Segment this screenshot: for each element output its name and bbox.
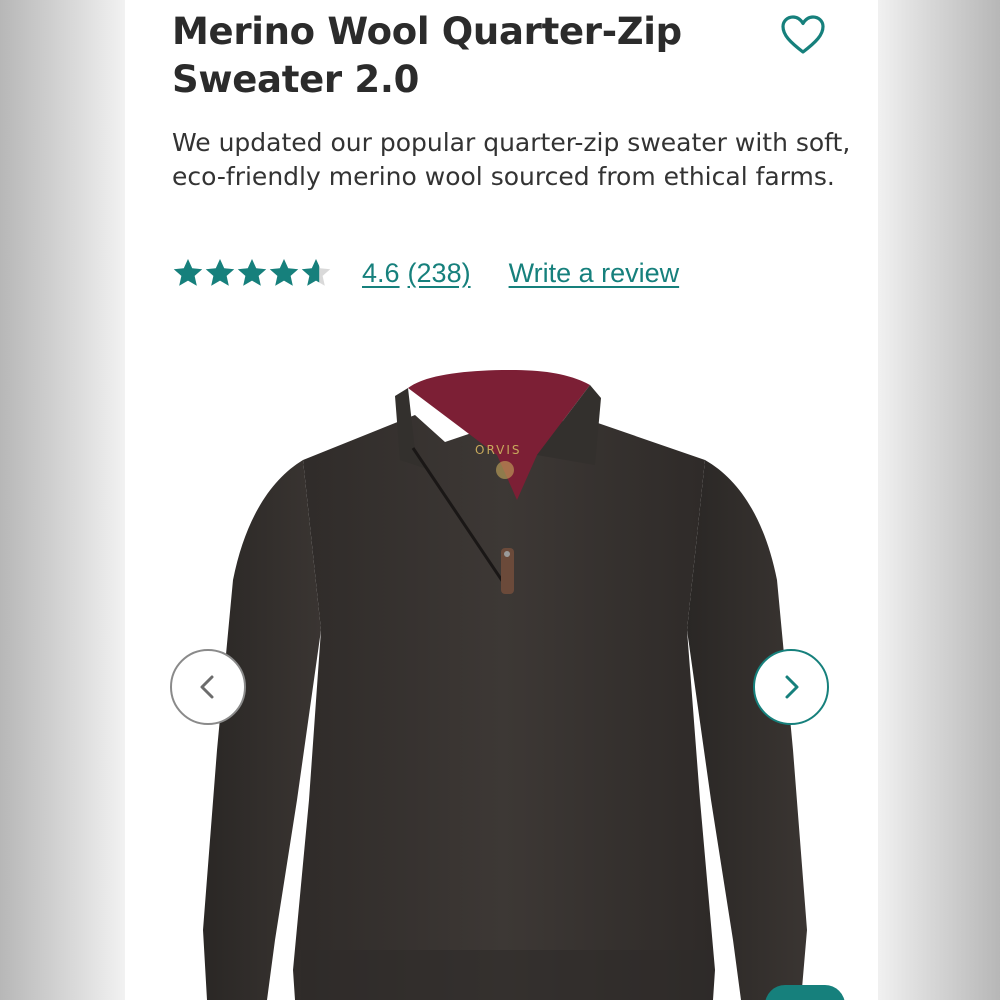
star-icon: [301, 259, 331, 286]
star-icon: [237, 259, 267, 286]
product-title: Merino Wool Quarter-Zip Sweater 2.0: [172, 10, 682, 101]
chevron-left-icon: [200, 675, 214, 699]
rating-score: 4.6: [362, 257, 400, 288]
star-icon: [173, 259, 203, 286]
previous-image-button[interactable]: [170, 649, 246, 725]
next-image-button[interactable]: [753, 649, 829, 725]
heart-outline-icon: [781, 15, 825, 54]
write-review-link[interactable]: Write a review: [509, 258, 680, 289]
favorite-button[interactable]: [780, 12, 826, 58]
product-image-gallery: ORVIS: [125, 330, 878, 1000]
rating-count: (238): [407, 257, 471, 288]
star-rating: [172, 257, 332, 289]
product-description: We updated our popular quarter-zip sweat…: [172, 128, 851, 191]
rating-row: 4.6 (238) Write a review: [172, 253, 679, 293]
floating-action-button[interactable]: [765, 985, 845, 1000]
screenshot-frame: Merino Wool Quarter-Zip Sweater 2.0 We u…: [0, 0, 1000, 1000]
star-icon: [269, 259, 299, 286]
star-icon: [205, 259, 235, 286]
chevron-right-icon: [785, 675, 799, 699]
product-page: Merino Wool Quarter-Zip Sweater 2.0 We u…: [125, 0, 878, 1000]
rating-summary-link[interactable]: 4.6 (238): [362, 258, 479, 289]
brand-logo: ORVIS: [475, 443, 522, 457]
